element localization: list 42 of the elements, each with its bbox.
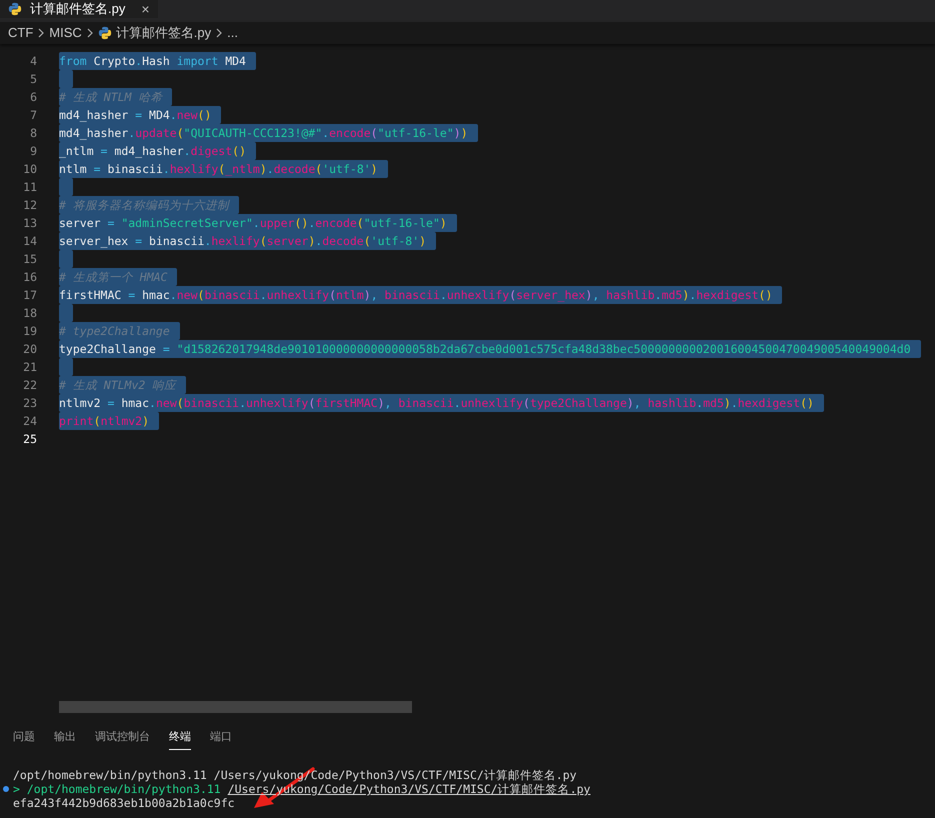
line-number: 24 xyxy=(22,413,38,430)
editor-tab[interactable]: 计算邮件签名.py × xyxy=(0,0,158,18)
terminal-output-line: efa243f442b9d683eb1b00a2b1a0c9fc xyxy=(13,796,236,810)
line-number: 17 xyxy=(22,287,38,304)
horizontal-scrollbar[interactable] xyxy=(59,700,412,712)
line-number: 21 xyxy=(22,359,38,376)
line-number: 11 xyxy=(22,179,38,196)
chevron-right-icon xyxy=(215,28,224,38)
line-number: 6 xyxy=(29,89,38,106)
panel-tab[interactable]: 端口 xyxy=(210,728,232,750)
line-number: 7 xyxy=(29,107,38,124)
line-number: 14 xyxy=(22,233,38,250)
python-file-icon xyxy=(8,2,22,16)
line-number: 13 xyxy=(22,215,38,232)
breadcrumb-item[interactable]: CTF xyxy=(8,23,34,43)
line-number: 18 xyxy=(22,305,38,322)
line-number: 25 xyxy=(22,431,38,448)
line-number: 5 xyxy=(29,71,38,88)
panel-tab[interactable]: 调试控制台 xyxy=(95,728,150,750)
line-number: 19 xyxy=(22,323,38,340)
python-file-icon xyxy=(98,26,112,40)
line-number: 22 xyxy=(22,377,38,394)
line-number: 10 xyxy=(22,161,38,178)
terminal-prompt: > xyxy=(13,782,20,796)
breadcrumb-item[interactable]: MISC xyxy=(49,23,82,43)
breadcrumb-item[interactable]: ... xyxy=(227,23,238,43)
line-number: 9 xyxy=(29,143,38,160)
panel-tab[interactable]: 终端 xyxy=(169,728,191,750)
terminal-command: /opt/homebrew/bin/python3.11 xyxy=(26,782,221,796)
panel-tab[interactable]: 问题 xyxy=(13,728,35,750)
line-number: 15 xyxy=(22,251,38,268)
line-number: 4 xyxy=(29,53,38,70)
line-number: 20 xyxy=(22,341,38,358)
chevron-right-icon xyxy=(86,28,94,38)
chevron-right-icon xyxy=(37,28,46,38)
line-number: 12 xyxy=(22,197,38,214)
panel-tab[interactable]: 输出 xyxy=(54,728,76,750)
line-number: 8 xyxy=(29,125,38,142)
breadcrumb-item[interactable]: 计算邮件签名.py xyxy=(116,23,212,43)
line-number: 16 xyxy=(22,269,38,286)
line-number: 23 xyxy=(22,395,38,412)
close-tab-button[interactable]: × xyxy=(141,0,150,20)
